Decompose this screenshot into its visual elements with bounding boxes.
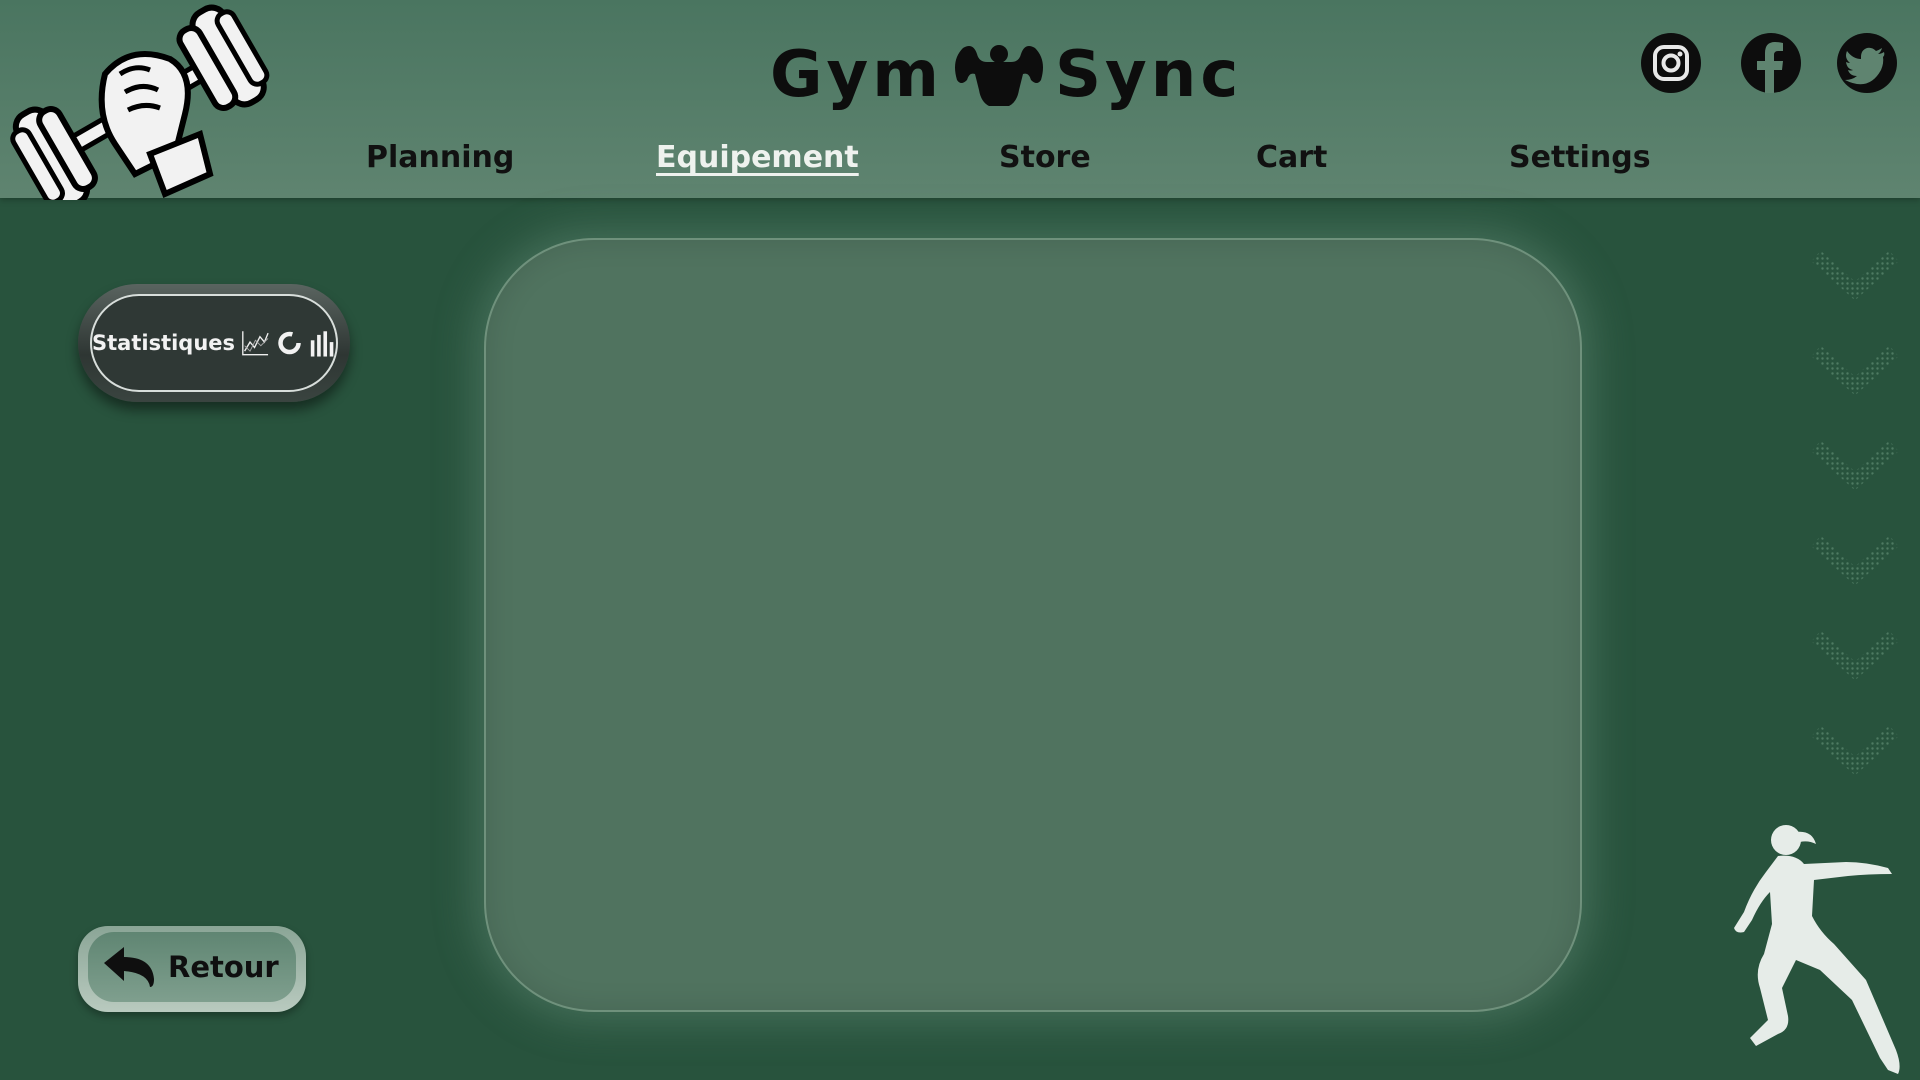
- twitter-icon[interactable]: [1836, 32, 1898, 94]
- statistiques-label: Statistiques: [92, 331, 236, 355]
- main-nav: Planning Equipement Store Cart Settings: [0, 140, 1920, 190]
- nav-equipement[interactable]: Equipement: [656, 140, 859, 175]
- retour-button-inner: Retour: [88, 932, 296, 1002]
- retour-button[interactable]: Retour: [78, 926, 306, 1012]
- nav-planning[interactable]: Planning: [366, 140, 514, 175]
- bar-chart-icon: [310, 331, 334, 357]
- statistiques-button-inner: Statistiques: [90, 294, 338, 392]
- instagram-icon[interactable]: [1640, 32, 1702, 94]
- content-panel: [484, 238, 1582, 1012]
- brand-text-right: Sync: [1054, 38, 1243, 112]
- chevron-decoration-icon: [1811, 250, 1899, 776]
- line-chart-icon: [242, 331, 269, 356]
- brand-logo[interactable]: Gym Sync: [770, 30, 1242, 120]
- nav-store[interactable]: Store: [999, 140, 1091, 175]
- brand-text-left: Gym: [770, 38, 943, 112]
- nav-settings[interactable]: Settings: [1509, 140, 1651, 175]
- runner-silhouette-icon: [1734, 825, 1900, 1074]
- back-arrow-icon: [104, 947, 154, 987]
- facebook-icon[interactable]: [1740, 32, 1802, 94]
- statistiques-button[interactable]: Statistiques: [78, 284, 350, 402]
- header-bar: Gym Sync Planning Equipement Store Cart …: [0, 0, 1920, 200]
- retour-label: Retour: [168, 950, 279, 984]
- nav-cart[interactable]: Cart: [1256, 140, 1327, 175]
- muscle-torso-icon: [954, 45, 1043, 106]
- donut-chart-icon: [278, 331, 301, 355]
